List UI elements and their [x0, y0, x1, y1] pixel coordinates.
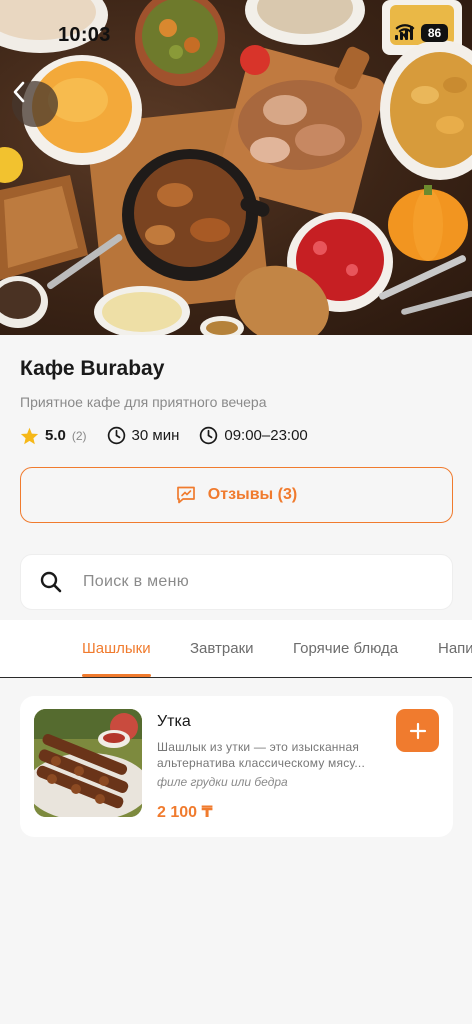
- battery-indicator: 86: [421, 24, 448, 42]
- tab-hot-dishes[interactable]: Горячие блюда: [293, 640, 398, 657]
- category-tabs: Шашлыки Завтраки Горячие блюда Напитки: [0, 620, 472, 678]
- reviews-icon: [176, 486, 195, 504]
- add-to-cart-button[interactable]: [396, 709, 439, 752]
- menu-item-note: филе грудки или бедра: [157, 775, 288, 789]
- menu-list: Утка Шашлык из утки — это изысканная аль…: [0, 678, 472, 1024]
- active-tab-indicator: [82, 674, 151, 677]
- reviews-button-label: Отзывы (3): [207, 486, 298, 503]
- cafe-title: Кафе Burabay: [20, 357, 165, 380]
- plus-icon: [409, 722, 426, 739]
- back-button[interactable]: [12, 81, 58, 127]
- menu-item-price: 2 100 ₸: [157, 804, 213, 821]
- menu-search[interactable]: [20, 554, 453, 610]
- menu-item-description: Шашлык из утки — это изысканная альтерна…: [157, 739, 387, 771]
- star-icon: [20, 427, 39, 444]
- tab-drinks[interactable]: Напитки: [438, 640, 472, 657]
- menu-item-description-line: альтернатива классическому мясу...: [157, 756, 365, 770]
- cafe-subtitle: Приятное кафе для приятного вечера: [20, 394, 267, 410]
- menu-item-description-line: Шашлык из утки — это изысканная: [157, 740, 360, 754]
- back-arrow-icon: [13, 81, 25, 103]
- menu-item-name: Утка: [157, 713, 191, 730]
- delivery-time-value: 30 мин: [131, 427, 180, 444]
- opening-hours-value: 09:00–23:00: [224, 427, 308, 444]
- tab-breakfast[interactable]: Завтраки: [190, 640, 254, 657]
- menu-item-card[interactable]: Утка Шашлык из утки — это изысканная аль…: [20, 696, 453, 837]
- hero-image: 10:03 86: [0, 0, 472, 335]
- status-icons: 86: [395, 24, 448, 42]
- search-icon: [40, 571, 62, 593]
- tab-shashlyki[interactable]: Шашлыки: [82, 640, 151, 657]
- rating-value: 5.0: [45, 427, 66, 444]
- rating-count: (2): [71, 428, 87, 443]
- search-input[interactable]: [83, 573, 413, 591]
- cafe-info: Кафе Burabay Приятное кафе для приятного…: [0, 335, 472, 620]
- opening-hours: 09:00–23:00: [199, 426, 308, 445]
- cafe-meta: 5.0 (2) 30 мин 09:00–23:00: [20, 426, 328, 445]
- clock-icon: [107, 426, 125, 445]
- menu-item-image: [34, 709, 142, 817]
- rating: 5.0 (2): [20, 427, 87, 445]
- delivery-time: 30 мин: [107, 426, 180, 445]
- status-bar: 10:03 86: [0, 0, 472, 70]
- status-time: 10:03: [58, 24, 111, 46]
- clock-icon: [200, 426, 218, 445]
- wifi-icon: [395, 24, 415, 38]
- reviews-button[interactable]: Отзывы (3): [20, 467, 453, 523]
